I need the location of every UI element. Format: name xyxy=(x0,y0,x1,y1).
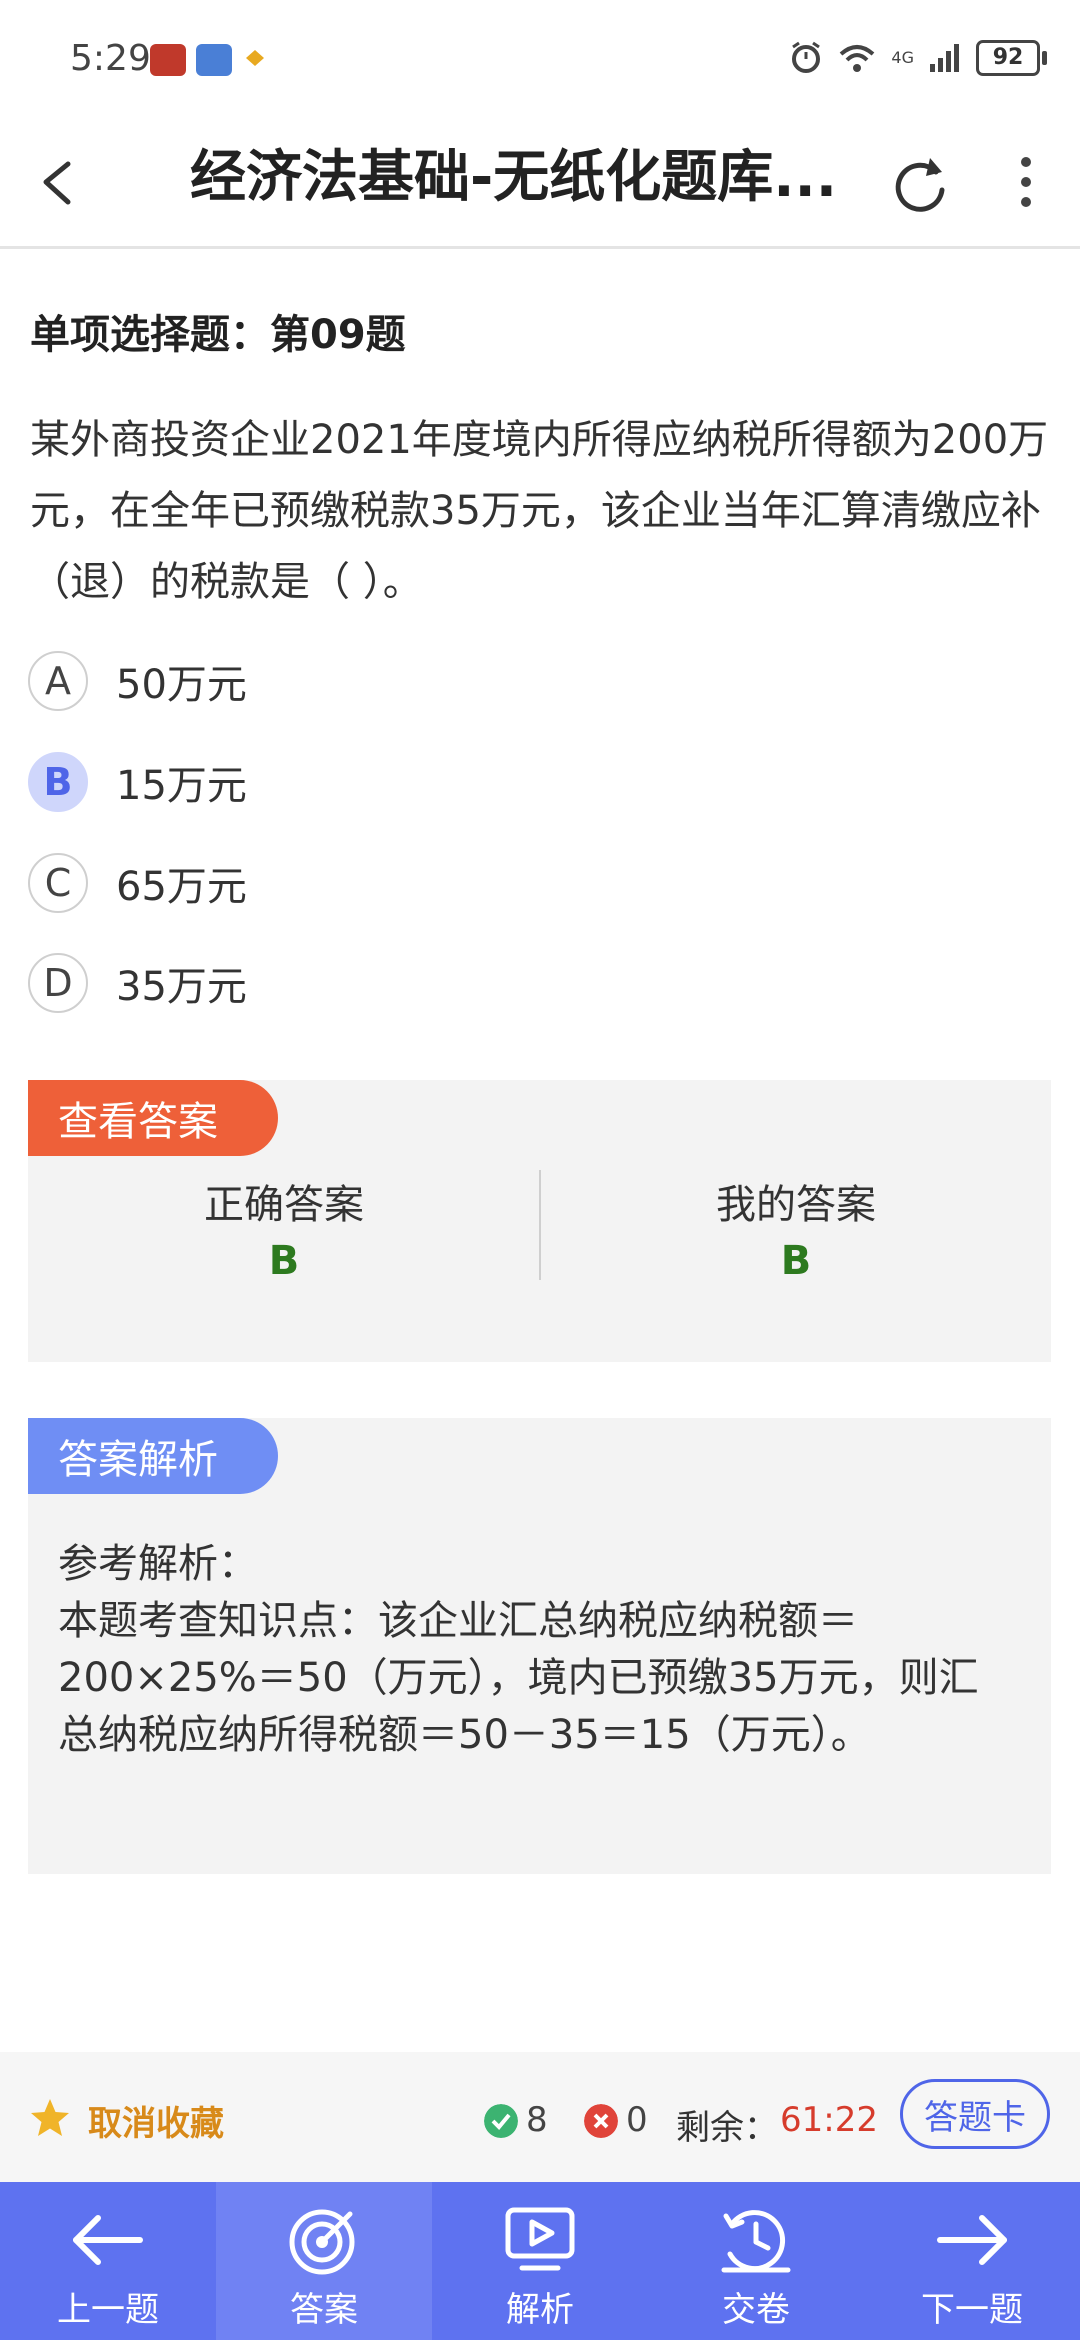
star-icon[interactable] xyxy=(28,2096,72,2140)
option-letter-selected: B xyxy=(28,752,88,812)
submit-clock-icon xyxy=(721,2210,791,2273)
app-header: 经济法基础-无纸化题库... xyxy=(0,120,1080,249)
my-answer-label: 我的答案 xyxy=(716,1182,876,1228)
nav-analysis[interactable]: 解析 xyxy=(432,2182,648,2340)
answer-card-button[interactable]: 答题卡 xyxy=(900,2079,1050,2149)
network-type: 4G xyxy=(891,48,914,67)
my-answer-value: B xyxy=(780,1238,812,1284)
refresh-button[interactable] xyxy=(880,142,960,222)
signal-icon xyxy=(930,44,959,72)
refresh-icon xyxy=(895,158,945,212)
analysis-panel: 答案解析 参考解析： 本题考查知识点：该企业汇总纳税应纳税额＝200×25%＝5… xyxy=(28,1418,1051,1874)
remaining-time: 61:22 xyxy=(780,2100,878,2140)
status-icons: 4G 92 xyxy=(789,40,1047,76)
status-bar: 5:29 4G 92 xyxy=(0,0,1080,120)
bottom-toolbar: 取消收藏 8 0 剩余： 61:22 答题卡 xyxy=(0,2052,1080,2182)
option-letter: A xyxy=(28,651,88,711)
nav-label: 答案 xyxy=(290,2290,358,2330)
arrow-left-icon xyxy=(73,2215,143,2265)
option-a[interactable]: A 50万元 xyxy=(28,646,628,716)
app-notification-icon xyxy=(244,48,266,68)
app-notification-icon xyxy=(150,44,186,76)
nav-label: 下一题 xyxy=(921,2290,1023,2330)
question-type-label: 单项选择题：第09题 xyxy=(30,312,406,358)
option-letter: C xyxy=(28,853,88,913)
nav-prev-question[interactable]: 上一题 xyxy=(0,2182,216,2340)
question-text: 某外商投资企业2021年度境内所得应纳税所得额为200万元，在全年已预缴税款35… xyxy=(30,417,1049,605)
option-text: 65万元 xyxy=(116,864,247,910)
my-answer: 我的答案 B xyxy=(540,1172,1052,1284)
correct-answer-label: 正确答案 xyxy=(204,1182,364,1228)
nav-next-question[interactable]: 下一题 xyxy=(864,2182,1080,2340)
chevron-left-icon xyxy=(43,161,71,205)
remaining-label: 剩余： xyxy=(676,2108,778,2148)
nav-label: 交卷 xyxy=(722,2290,790,2330)
option-text: 35万元 xyxy=(116,964,247,1010)
alarm-icon xyxy=(792,41,821,73)
option-d[interactable]: D 35万元 xyxy=(28,948,628,1018)
nav-label: 上一题 xyxy=(57,2290,159,2330)
option-c[interactable]: C 65万元 xyxy=(28,848,628,918)
option-text: 50万元 xyxy=(116,662,247,708)
option-text: 15万元 xyxy=(116,763,247,809)
nav-answer[interactable]: 答案 xyxy=(216,2182,432,2340)
nav-label: 解析 xyxy=(506,2290,574,2330)
battery-icon: 92 xyxy=(976,40,1047,76)
correct-count-icon xyxy=(484,2104,518,2138)
nav-submit[interactable]: 交卷 xyxy=(648,2182,864,2340)
correct-answer: 正确答案 B xyxy=(28,1172,540,1284)
page-title: 经济法基础-无纸化题库... xyxy=(190,145,838,210)
answer-tag: 查看答案 xyxy=(28,1080,278,1156)
option-b[interactable]: B 15万元 xyxy=(28,747,628,817)
arrow-right-icon xyxy=(937,2215,1007,2265)
bottom-nav: 上一题 答案 解析 交卷 下一题 xyxy=(0,2182,1080,2340)
status-time: 5:29 xyxy=(70,38,151,79)
analysis-text: 参考解析： 本题考查知识点：该企业汇总纳税应纳税额＝200×25%＝50（万元）… xyxy=(58,1541,979,1758)
analysis-tag: 答案解析 xyxy=(28,1418,278,1494)
more-vertical-icon xyxy=(1021,157,1031,207)
correct-count: 8 xyxy=(526,2100,548,2140)
target-icon xyxy=(289,2209,355,2275)
option-letter: D xyxy=(28,953,88,1013)
back-button[interactable] xyxy=(30,140,110,220)
unfavorite-button[interactable]: 取消收藏 xyxy=(88,2096,224,2145)
more-menu-button[interactable] xyxy=(1000,142,1050,222)
wifi-icon xyxy=(840,45,875,72)
answer-panel: 查看答案 正确答案 B 我的答案 B xyxy=(28,1080,1051,1362)
app-notification-icon xyxy=(196,44,232,76)
wrong-count-icon xyxy=(584,2104,618,2138)
correct-answer-value: B xyxy=(268,1238,300,1284)
wrong-count: 0 xyxy=(626,2100,648,2140)
play-screen-icon xyxy=(505,2207,575,2271)
